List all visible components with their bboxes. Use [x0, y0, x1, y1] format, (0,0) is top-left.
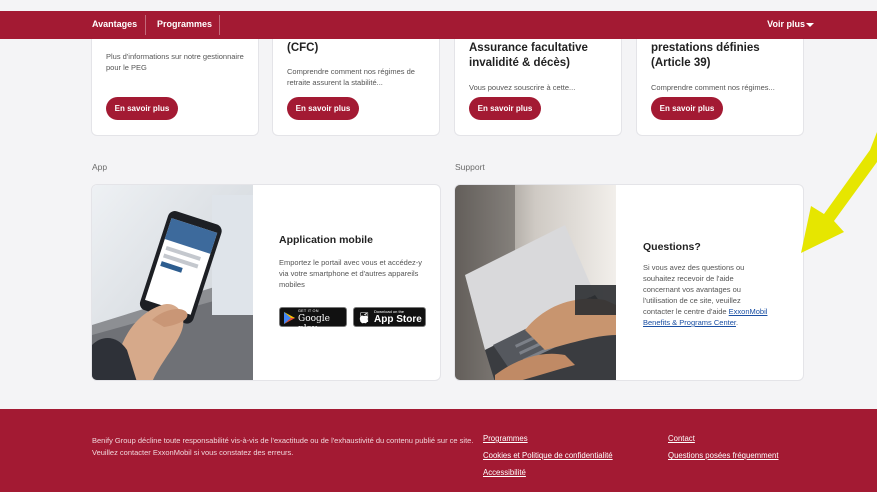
phone-in-hand-image [92, 185, 253, 380]
program-card-peg: Plus d'informations sur notre gestionnai… [91, 39, 259, 136]
app-store-big-text: App Store [374, 314, 422, 325]
section-label-support: Support [455, 162, 485, 172]
app-card-description: Emportez le portail avec vous et accédez… [279, 258, 422, 289]
footer-link-accessibilite[interactable]: Accessibilité [483, 468, 526, 477]
en-savoir-plus-button[interactable]: En savoir plus [287, 97, 359, 120]
support-card-description: Si vous avez des questions ou souhaitez … [643, 262, 768, 328]
support-card: Questions? Si vous avez des questions ou… [454, 184, 804, 381]
card-description: Comprendre comment nos régimes... [651, 83, 775, 92]
nav-divider [145, 15, 146, 35]
top-nav-bar: Avantages Programmes Voir plus [0, 11, 877, 39]
support-card-title: Questions? [643, 241, 701, 253]
footer-disclaimer: Benify Group décline toute responsabilit… [92, 435, 482, 458]
en-savoir-plus-button[interactable]: En savoir plus [106, 97, 178, 120]
card-title: (CFC) [287, 42, 319, 54]
nav-avantages[interactable]: Avantages [92, 19, 137, 29]
google-play-big-text: Google play [298, 314, 330, 334]
program-card-assurance: Assurance facultative invalidité & décès… [454, 39, 622, 136]
footer-link-programmes[interactable]: Programmes [483, 434, 528, 443]
en-savoir-plus-button[interactable]: En savoir plus [651, 97, 723, 120]
support-description-period: . [735, 318, 739, 327]
google-play-small-text: GET IT ON [298, 309, 319, 313]
footer-link-faq[interactable]: Questions posées fréquemment [668, 451, 779, 460]
footer-link-cookies[interactable]: Cookies et Politique de confidentialité [483, 451, 613, 460]
yellow-arrow-annotation [801, 132, 877, 253]
app-card: Application mobile Emportez le portail a… [91, 184, 441, 381]
chevron-down-icon[interactable] [806, 23, 814, 27]
app-card-title: Application mobile [279, 234, 373, 246]
card-title: prestations définies (Article 39) [651, 42, 760, 69]
apple-logo-icon [359, 313, 368, 324]
footer-disclaimer-line2: Veuillez contacter ExxonMobil si vous co… [92, 447, 294, 457]
card-description: Comprendre comment nos régimes de retrai… [287, 67, 415, 87]
google-play-badge[interactable]: GET IT ON Google play [279, 307, 347, 334]
footer-link-contact[interactable]: Contact [668, 434, 695, 443]
nav-programmes[interactable]: Programmes [157, 19, 212, 29]
card-title: Assurance facultative invalidité & décès… [469, 42, 588, 69]
footer: Benify Group décline toute responsabilit… [0, 409, 877, 492]
voir-plus-button[interactable]: Voir plus [767, 19, 805, 29]
program-card-cfc: (CFC) Comprendre comment nos régimes de … [272, 39, 440, 136]
section-label-app: App [92, 162, 108, 172]
google-play-icon [284, 312, 295, 324]
en-savoir-plus-button[interactable]: En savoir plus [469, 97, 541, 120]
card-description: Plus d'informations sur notre gestionnai… [106, 52, 244, 72]
footer-disclaimer-line1: Benify Group décline toute responsabilit… [92, 436, 474, 445]
card-description: Vous pouvez souscrire à cette... [469, 83, 576, 92]
laptop-typing-image [455, 185, 616, 380]
app-store-badge[interactable]:  Download on the App Store [353, 307, 426, 327]
nav-divider [219, 15, 220, 35]
